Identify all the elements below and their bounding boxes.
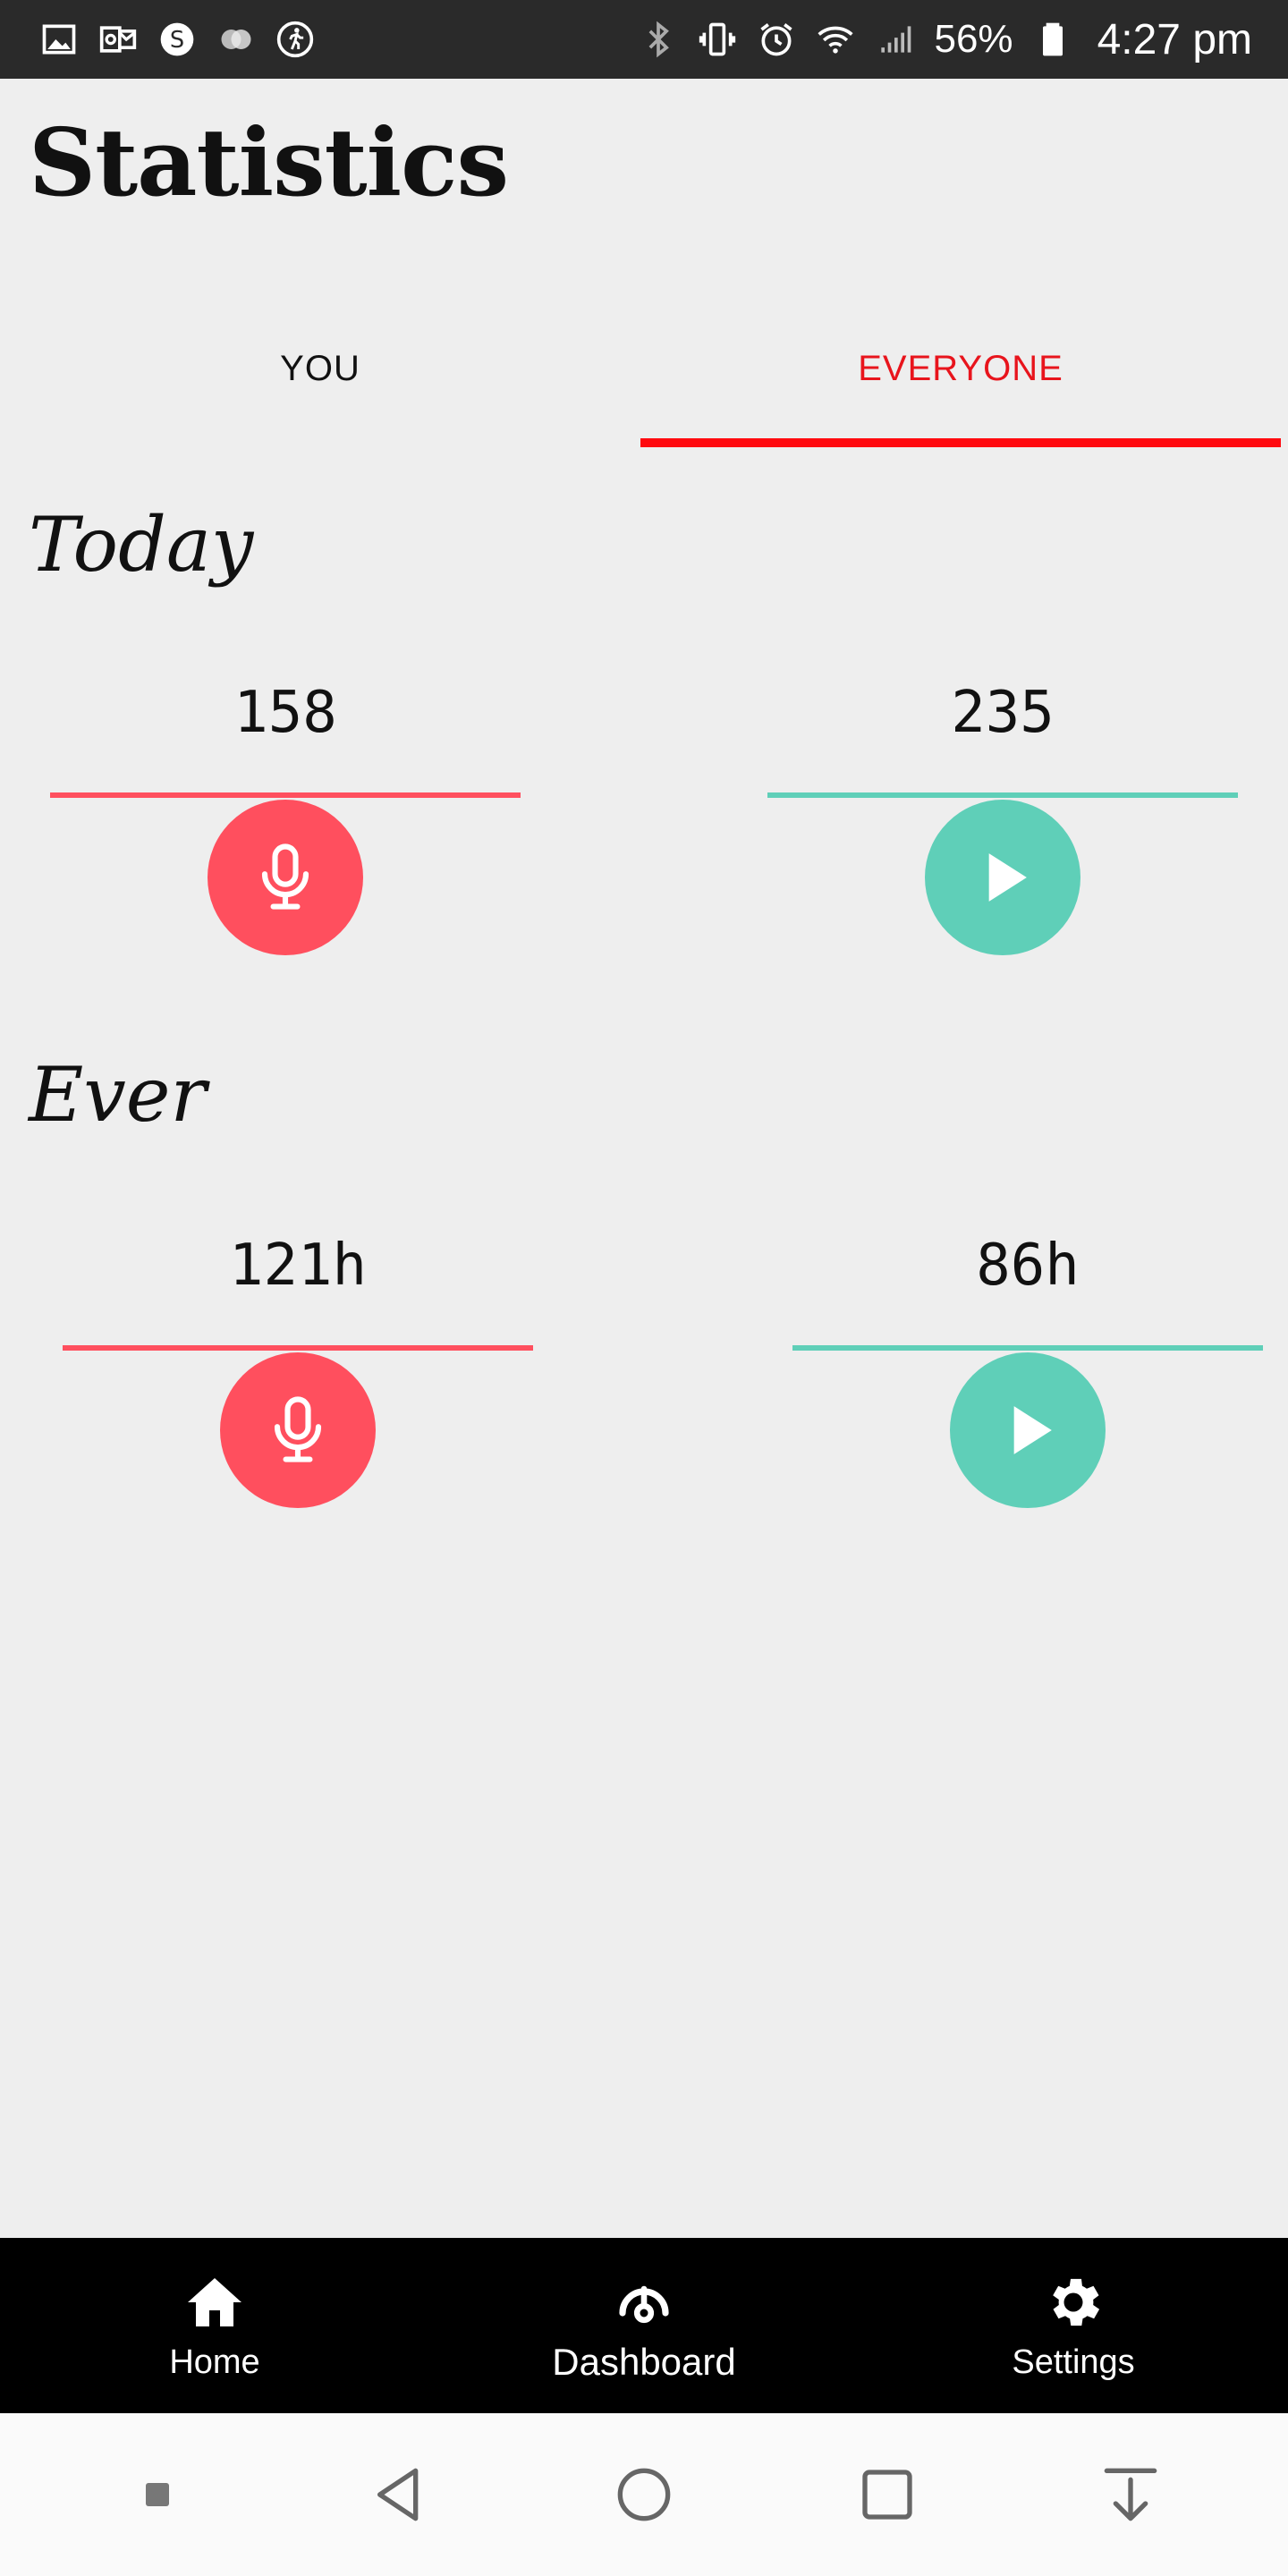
back-icon [377,2468,419,2521]
ever-recordings-value: 121h [228,1233,368,1299]
bottom-nav: Home Dashboard Settings [0,2238,1288,2413]
today-recordings-value: 158 [233,680,337,746]
microphone-icon [261,843,309,910]
status-right-icons: 56% 4:27 pm [639,15,1252,64]
today-listens-stat: 235 [767,680,1238,955]
page-title: Statistics [29,107,509,217]
record-button[interactable] [220,1352,376,1508]
nav-settings[interactable]: Settings [859,2238,1288,2413]
section-title-ever: Ever [29,1051,207,1139]
nav-dashboard[interactable]: Dashboard [429,2238,859,2413]
ever-listens-value: 86h [976,1233,1080,1299]
nav-dashboard-label: Dashboard [552,2341,736,2383]
outlook-icon [98,20,138,59]
today-recordings-divider [50,792,521,798]
status-bar: S 56% 4:27 pm [0,0,1288,79]
overview-icon [862,2470,912,2520]
play-icon [988,853,1027,902]
play-button[interactable] [925,800,1080,955]
ever-recordings-stat: 121h [63,1233,533,1508]
overview-button[interactable] [847,2454,928,2535]
home-button[interactable] [604,2454,684,2535]
gear-icon [1053,2278,1100,2326]
home-circle-icon [617,2468,671,2521]
status-left-icons: S [39,20,315,59]
record-button[interactable] [208,800,363,955]
today-recordings-stat: 158 [50,680,521,955]
play-icon [1013,1406,1052,1454]
tab-everyone[interactable]: EVERYONE [640,322,1281,447]
ever-listens-stat: 86h [792,1233,1263,1508]
today-listens-divider [767,792,1238,798]
dashboard-icon [619,2285,669,2324]
stats-tabs: YOU EVERYONE [0,322,1288,447]
alarm-icon [757,20,796,59]
vibrate-icon [698,20,737,59]
bluetooth-icon [639,20,678,59]
play-button[interactable] [950,1352,1106,1508]
recent-indicator[interactable] [117,2454,198,2535]
s-app-icon: S [157,20,197,59]
battery-icon [1033,20,1072,59]
tab-you[interactable]: YOU [0,322,640,447]
download-button[interactable] [1090,2454,1171,2535]
nav-home[interactable]: Home [0,2238,429,2413]
active-tab-indicator [640,438,1281,447]
status-time: 4:27 pm [1097,15,1252,64]
section-title-today: Today [29,501,254,589]
system-nav-bar [0,2413,1288,2576]
today-listens-value: 235 [951,680,1055,746]
download-icon [1104,2468,1157,2521]
svg-text:S: S [170,27,184,54]
back-button[interactable] [360,2454,441,2535]
signal-icon [875,20,914,59]
image-icon [39,20,79,59]
home-icon [188,2277,242,2326]
nav-settings-label: Settings [1012,2343,1135,2381]
wifi-icon [816,20,855,59]
fitness-icon [275,20,315,59]
ever-recordings-divider [63,1345,533,1351]
microphone-icon [274,1396,322,1462]
ever-listens-divider [792,1345,1263,1351]
toggle-icon [216,20,256,59]
nav-home-label: Home [169,2343,260,2381]
battery-percent: 56% [934,17,1013,61]
